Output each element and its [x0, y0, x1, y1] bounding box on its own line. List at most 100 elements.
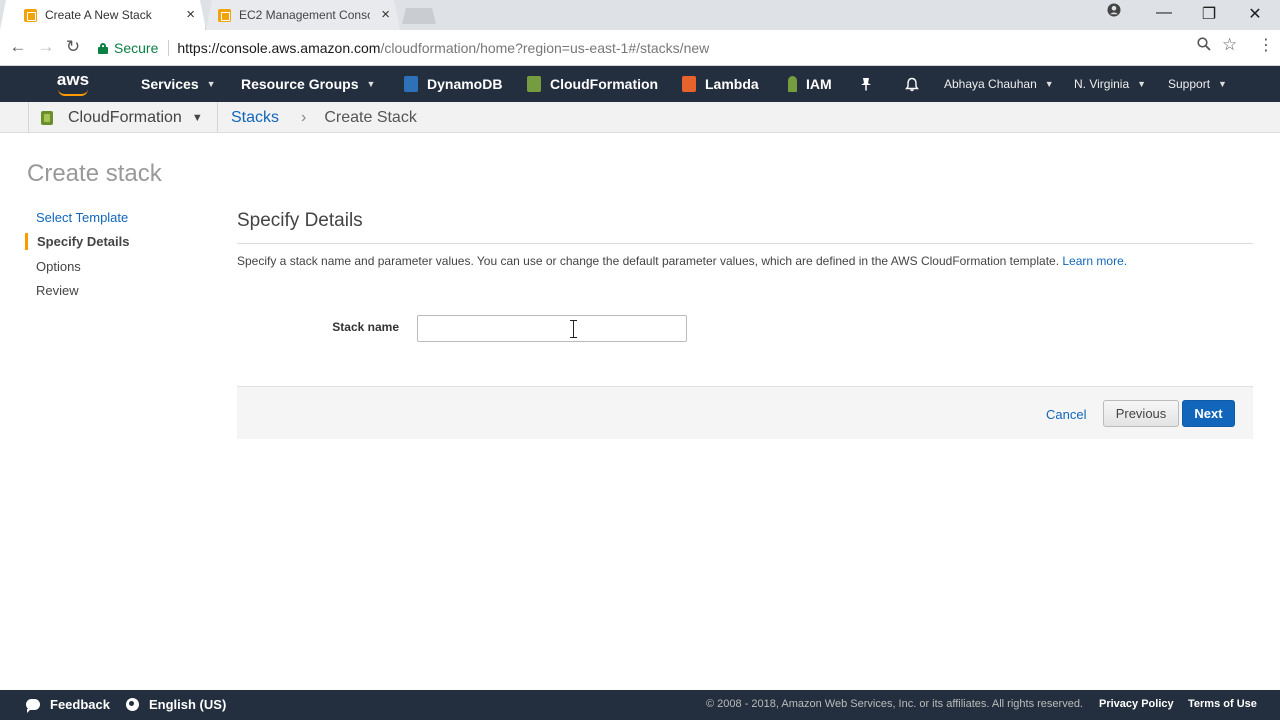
privacy-policy-link[interactable]: Privacy Policy — [1099, 690, 1174, 718]
chevron-down-icon: ▼ — [206, 79, 216, 89]
shortcut-lambda[interactable]: Lambda — [682, 66, 759, 102]
subnav-divider — [217, 102, 218, 133]
bell-icon[interactable] — [905, 66, 919, 102]
tab-close-icon[interactable]: × — [381, 7, 390, 23]
region-label: N. Virginia — [1074, 77, 1130, 91]
section-description: Specify a stack name and parameter value… — [237, 254, 1127, 268]
stack-name-label: Stack name — [332, 320, 399, 334]
breadcrumb: Stacks › Create Stack — [231, 102, 417, 133]
lambda-icon — [682, 76, 696, 92]
breadcrumb-current: Create Stack — [324, 108, 417, 126]
globe-icon — [126, 697, 139, 711]
iam-icon — [788, 76, 797, 92]
browser-toolbar: ← → ↻ Secure https://console.aws.amazon.… — [0, 30, 1280, 66]
support-menu[interactable]: Support ▼ — [1168, 66, 1227, 102]
cancel-button[interactable]: Cancel — [1040, 402, 1092, 426]
wizard-active-indicator — [25, 233, 28, 250]
wizard-step-select-template[interactable]: Select Template — [36, 210, 128, 225]
cloudformation-icon — [527, 76, 541, 92]
breadcrumb-separator: › — [301, 108, 307, 126]
page-title: Create stack — [27, 160, 162, 187]
aws-logo-text: aws — [56, 70, 90, 89]
previous-button[interactable]: Previous — [1103, 400, 1179, 427]
account-menu[interactable]: Abhaya Chauhan ▼ — [944, 66, 1054, 102]
wizard-button-bar — [237, 386, 1253, 439]
shortcut-iam[interactable]: IAM — [788, 66, 832, 102]
feedback-label: Feedback — [50, 696, 110, 712]
shortcut-label: DynamoDB — [427, 76, 503, 92]
wizard-step-review: Review — [36, 283, 79, 298]
minimize-icon[interactable]: — — [1154, 4, 1174, 22]
tab-title: EC2 Management Conso — [239, 8, 370, 22]
chevron-down-icon: ▼ — [1218, 79, 1227, 89]
region-menu[interactable]: N. Virginia ▼ — [1074, 66, 1146, 102]
address-divider — [168, 40, 170, 56]
language-selector[interactable]: English (US) — [126, 690, 226, 718]
pin-icon[interactable] — [860, 66, 872, 102]
feedback-link[interactable]: Feedback — [26, 690, 110, 718]
service-subnav: CloudFormation ▼ Stacks › Create Stack — [0, 102, 1280, 133]
aws-top-nav: aws Services ▼ Resource Groups ▼ DynamoDB … — [0, 66, 1280, 102]
dynamodb-icon — [404, 76, 418, 92]
aws-smile-icon — [58, 89, 88, 96]
bookmark-star-icon[interactable]: ☆ — [1222, 35, 1237, 55]
aws-favicon-icon — [24, 8, 37, 22]
wizard-step-specify-details: Specify Details — [37, 234, 130, 249]
tab-title: Create A New Stack — [45, 8, 152, 22]
learn-more-link[interactable]: Learn more. — [1062, 254, 1127, 268]
chevron-down-icon: ▼ — [191, 111, 203, 124]
browser-tab-inactive[interactable]: EC2 Management Conso × — [206, 0, 400, 30]
copyright-label: © 2008 - 2018, Amazon Web Services, Inc.… — [706, 698, 1083, 710]
wizard-step-options: Options — [36, 259, 81, 274]
service-menu-cloudformation[interactable]: CloudFormation ▼ — [41, 102, 203, 133]
browser-tab-active[interactable]: Create A New Stack × — [0, 0, 206, 30]
browser-tab-strip: Create A New Stack × EC2 Management Cons… — [0, 0, 1280, 30]
forward-arrow-icon[interactable]: → — [35, 36, 57, 58]
account-label: Abhaya Chauhan — [944, 77, 1037, 91]
resource-groups-menu[interactable]: Resource Groups ▼ — [241, 66, 375, 102]
window-close-icon[interactable]: ✕ — [1245, 4, 1265, 24]
speech-bubble-icon — [26, 698, 40, 713]
address-bar[interactable]: Secure https://console.aws.amazon.com/cl… — [90, 34, 1246, 62]
language-label: English (US) — [149, 696, 227, 712]
lock-icon — [98, 42, 108, 54]
chevron-down-icon: ▼ — [1137, 79, 1147, 89]
terms-of-use-link[interactable]: Terms of Use — [1188, 690, 1257, 718]
breadcrumb-stacks-link[interactable]: Stacks — [231, 109, 279, 127]
restore-icon[interactable]: ❐ — [1199, 4, 1219, 24]
cloudformation-icon — [41, 110, 53, 125]
url-host: https://console.aws.amazon.com — [177, 40, 381, 56]
secure-label: Secure — [114, 40, 159, 56]
section-divider — [237, 243, 1253, 244]
shortcut-label: Lambda — [705, 76, 759, 92]
chevron-down-icon: ▼ — [1044, 79, 1054, 89]
tab-close-icon[interactable]: × — [186, 7, 195, 23]
shortcut-dynamodb[interactable]: DynamoDB — [404, 66, 502, 102]
url-path: /cloudformation/home?region=us-east-1#/s… — [380, 40, 710, 56]
aws-favicon-icon — [218, 8, 231, 22]
console-footer: Feedback English (US) © 2008 - 2018, Ama… — [0, 690, 1280, 720]
aws-logo[interactable]: aws — [56, 71, 90, 97]
shortcut-label: IAM — [806, 76, 832, 92]
text-cursor-icon — [570, 320, 577, 338]
reload-icon[interactable]: ↻ — [62, 36, 84, 58]
new-tab-button[interactable] — [402, 8, 436, 24]
support-label: Support — [1168, 77, 1211, 91]
chevron-down-icon: ▼ — [366, 79, 376, 89]
subnav-divider — [28, 102, 29, 133]
browser-menu-icon[interactable]: ⋮ — [1258, 35, 1274, 55]
profile-icon[interactable] — [1104, 3, 1124, 22]
service-label: CloudFormation — [68, 108, 182, 126]
zoom-icon[interactable] — [1197, 37, 1211, 55]
resource-groups-label: Resource Groups — [241, 76, 359, 92]
description-text: Specify a stack name and parameter value… — [237, 254, 1060, 268]
services-menu[interactable]: Services ▼ — [141, 66, 216, 102]
copyright-text: © 2008 - 2018, Amazon Web Services, Inc.… — [706, 690, 1083, 718]
section-title: Specify Details — [237, 210, 363, 231]
back-arrow-icon[interactable]: ← — [7, 36, 29, 58]
shortcut-label: CloudFormation — [550, 76, 659, 92]
stack-name-input[interactable] — [417, 315, 687, 342]
next-button[interactable]: Next — [1182, 400, 1235, 427]
shortcut-cloudformation[interactable]: CloudFormation — [527, 66, 658, 102]
services-label: Services — [141, 76, 199, 92]
